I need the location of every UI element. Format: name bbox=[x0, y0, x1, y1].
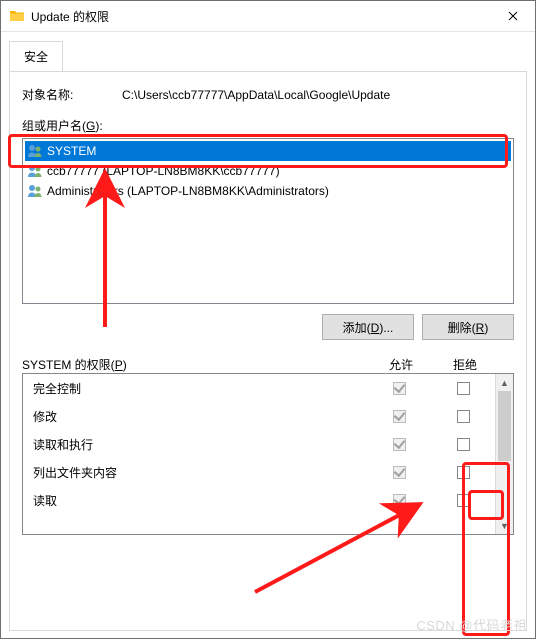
perm-row: 列出文件夹内容 bbox=[23, 458, 495, 486]
allow-cell bbox=[367, 410, 431, 423]
people-icon bbox=[27, 163, 43, 179]
deny-checkbox[interactable] bbox=[457, 410, 470, 423]
permissions-dialog: Update 的权限 安全 对象名称: C:\Users\ccb77777\Ap… bbox=[0, 0, 536, 639]
deny-checkbox[interactable] bbox=[457, 382, 470, 395]
deny-cell bbox=[431, 494, 495, 507]
allow-checkbox[interactable] bbox=[393, 466, 406, 479]
permissions-list: 完全控制修改读取和执行列出文件夹内容读取 bbox=[23, 374, 495, 534]
titlebar: Update 的权限 bbox=[1, 1, 535, 32]
groups-label: 组或用户名(G): bbox=[22, 117, 514, 134]
perm-name: 列出文件夹内容 bbox=[23, 464, 367, 481]
allow-cell bbox=[367, 382, 431, 395]
deny-cell bbox=[431, 438, 495, 451]
perm-row: 修改 bbox=[23, 402, 495, 430]
principals-list[interactable]: SYSTEM ccb77777 (LAPTOP-LN8BM8KK\ccb77777… bbox=[22, 138, 514, 304]
perm-row: 完全控制 bbox=[23, 374, 495, 402]
folder-icon bbox=[9, 8, 25, 24]
deny-cell bbox=[431, 466, 495, 479]
perm-name: 读取和执行 bbox=[23, 436, 367, 453]
list-item-label: Administrators (LAPTOP-LN8BM8KK\Administ… bbox=[47, 184, 329, 198]
scroll-down-icon[interactable]: ▼ bbox=[496, 517, 513, 534]
close-button[interactable] bbox=[490, 1, 535, 31]
allow-checkbox[interactable] bbox=[393, 382, 406, 395]
perm-name: 修改 bbox=[23, 408, 367, 425]
perm-name: 读取 bbox=[23, 492, 367, 509]
perm-header: SYSTEM 的权限(P) 允许 拒绝 bbox=[22, 356, 514, 373]
remove-button[interactable]: 删除(R) bbox=[422, 314, 514, 340]
deny-col-header: 拒绝 bbox=[433, 356, 497, 373]
allow-cell bbox=[367, 466, 431, 479]
list-buttons: 添加(D)... 删除(R) bbox=[22, 314, 514, 340]
perm-name: 完全控制 bbox=[23, 380, 367, 397]
scroll-up-icon[interactable]: ▲ bbox=[496, 374, 513, 391]
deny-checkbox[interactable] bbox=[457, 466, 470, 479]
object-row: 对象名称: C:\Users\ccb77777\AppData\Local\Go… bbox=[22, 86, 514, 103]
watermark: CSDN @代码老祖 bbox=[416, 615, 527, 634]
perm-row: 读取和执行 bbox=[23, 430, 495, 458]
allow-cell bbox=[367, 494, 431, 507]
deny-cell bbox=[431, 382, 495, 395]
perm-row: 读取 bbox=[23, 486, 495, 514]
people-icon bbox=[27, 183, 43, 199]
list-item-label: ccb77777 (LAPTOP-LN8BM8KK\ccb77777) bbox=[47, 164, 280, 178]
permissions-box: 完全控制修改读取和执行列出文件夹内容读取 ▲ ▼ bbox=[22, 373, 514, 535]
list-item[interactable]: ccb77777 (LAPTOP-LN8BM8KK\ccb77777) bbox=[25, 161, 511, 181]
allow-checkbox[interactable] bbox=[393, 410, 406, 423]
tab-strip: 安全 bbox=[1, 32, 535, 71]
list-item-label: SYSTEM bbox=[47, 144, 96, 158]
tab-body: 对象名称: C:\Users\ccb77777\AppData\Local\Go… bbox=[9, 71, 527, 631]
allow-cell bbox=[367, 438, 431, 451]
add-button[interactable]: 添加(D)... bbox=[322, 314, 414, 340]
perm-header-label: SYSTEM 的权限(P) bbox=[22, 356, 369, 373]
allow-checkbox[interactable] bbox=[393, 438, 406, 451]
allow-checkbox[interactable] bbox=[393, 494, 406, 507]
window-title: Update 的权限 bbox=[31, 8, 490, 25]
permissions-scrollbar[interactable]: ▲ ▼ bbox=[495, 374, 513, 534]
object-label: 对象名称: bbox=[22, 86, 122, 103]
people-icon bbox=[27, 143, 43, 159]
list-item[interactable]: SYSTEM bbox=[25, 141, 511, 161]
object-value: C:\Users\ccb77777\AppData\Local\Google\U… bbox=[122, 88, 514, 102]
deny-checkbox[interactable] bbox=[457, 438, 470, 451]
list-item[interactable]: Administrators (LAPTOP-LN8BM8KK\Administ… bbox=[25, 181, 511, 201]
allow-col-header: 允许 bbox=[369, 356, 433, 373]
scroll-thumb[interactable] bbox=[498, 391, 511, 461]
deny-cell bbox=[431, 410, 495, 423]
deny-checkbox[interactable] bbox=[457, 494, 470, 507]
tab-security[interactable]: 安全 bbox=[9, 41, 63, 72]
